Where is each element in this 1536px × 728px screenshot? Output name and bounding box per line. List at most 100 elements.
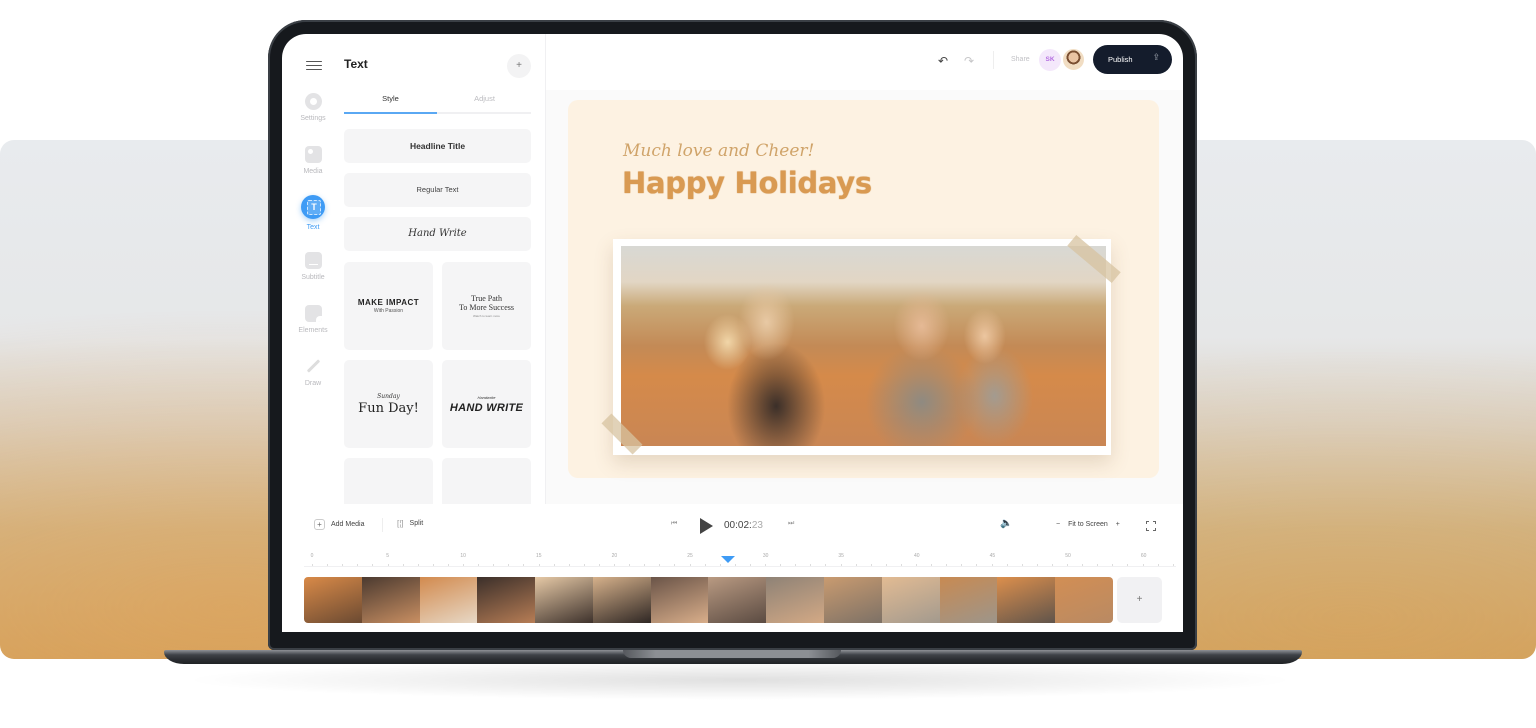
ruler-tick xyxy=(553,564,555,566)
card-headline[interactable]: Happy Holidays xyxy=(622,166,872,200)
template-placeholder[interactable] xyxy=(344,458,433,504)
ruler-tick xyxy=(614,564,615,566)
ruler-tick xyxy=(1051,564,1053,566)
sidebar-item-media[interactable]: Media xyxy=(282,146,344,175)
ruler-tick xyxy=(825,564,827,566)
ruler-tick xyxy=(1006,564,1008,566)
plus-icon: + xyxy=(314,519,325,530)
add-media-button[interactable]: + Add Media xyxy=(314,519,364,530)
tab-style[interactable]: Style xyxy=(344,94,437,103)
publish-label: Publish xyxy=(1108,55,1133,64)
split-button[interactable]: [¦] Split xyxy=(397,519,423,528)
ruler-tick xyxy=(598,564,600,566)
sidebar-item-elements[interactable]: Elements xyxy=(282,305,344,334)
zoom-in-button[interactable]: + xyxy=(1116,521,1120,528)
split-icon: [¦] xyxy=(397,519,404,528)
subtitle-icon xyxy=(304,252,322,269)
ruler-label: 50 xyxy=(1065,553,1071,559)
panel-tabs: Style Adjust xyxy=(344,92,531,114)
template-line: HAND WRITE xyxy=(449,401,524,414)
ruler-tick xyxy=(327,564,329,566)
ruler-label: 60 xyxy=(1140,553,1147,559)
publish-button[interactable]: Publish ⇪ xyxy=(1093,45,1172,74)
volume-icon[interactable]: 🔈 xyxy=(1000,518,1012,529)
sidebar-item-subtitle[interactable]: Subtitle xyxy=(282,252,344,281)
clip-thumbnail xyxy=(766,577,825,623)
pencil-icon xyxy=(305,358,322,375)
sidebar-item-settings[interactable]: Settings xyxy=(282,93,344,122)
sticker-icon xyxy=(304,305,322,322)
tab-adjust[interactable]: Adjust xyxy=(438,94,531,103)
ruler-label: 30 xyxy=(762,553,769,559)
share-button[interactable]: Share xyxy=(1011,56,1030,63)
template-hand-write[interactable]: Handwrite HAND WRITE xyxy=(442,360,531,448)
ruler-tick xyxy=(387,564,389,566)
ruler-tick xyxy=(765,564,766,566)
template-placeholder[interactable] xyxy=(442,458,531,504)
skip-forward-icon[interactable]: ⏭ xyxy=(788,520,794,528)
fit-to-screen-button[interactable]: Fit to Screen xyxy=(1068,521,1108,528)
add-clip-button[interactable]: + xyxy=(1117,577,1162,623)
preset-regular-text[interactable]: Regular Text xyxy=(344,173,531,207)
ruler-tick xyxy=(870,564,872,566)
ruler-tick xyxy=(900,564,902,566)
add-media-label: Add Media xyxy=(331,521,365,528)
ruler-label: 15 xyxy=(536,553,542,559)
ruler-tick xyxy=(659,564,661,566)
ruler-tick xyxy=(508,564,510,566)
ruler-label: 5 xyxy=(386,553,389,559)
sidebar-item-draw[interactable]: Draw xyxy=(282,358,344,387)
clip-track[interactable] xyxy=(304,577,1113,623)
clip-thumbnail xyxy=(1055,577,1113,623)
ruler-tick xyxy=(916,564,917,566)
zoom-controls: − Fit to Screen + xyxy=(1056,521,1120,528)
template-true-path[interactable]: True Path To More Success Watch to learn… xyxy=(442,262,531,350)
skip-back-icon[interactable]: ⏮ xyxy=(671,520,677,528)
playhead[interactable] xyxy=(720,556,735,563)
divider xyxy=(382,518,383,532)
ruler-tick xyxy=(689,564,691,566)
split-label: Split xyxy=(409,520,424,527)
icon-rail: Settings Media Text Subtitle Elements Dr… xyxy=(282,34,344,504)
gear-icon xyxy=(304,93,322,110)
ruler-tick xyxy=(780,564,782,566)
ruler-tick xyxy=(432,564,434,566)
clip-thumbnail xyxy=(361,577,420,623)
text-panel: Text + Style Adjust Headline Title Regul… xyxy=(344,34,546,504)
divider xyxy=(993,51,994,69)
ruler-tick xyxy=(568,564,570,566)
timecode-main: 00:02: xyxy=(724,520,752,531)
card-script-text[interactable]: Much love and Cheer! xyxy=(623,141,814,161)
undo-icon[interactable]: ↶ xyxy=(938,54,948,68)
clip-thumbnail xyxy=(708,577,767,623)
sidebar-item-text[interactable]: Text xyxy=(282,195,344,231)
fullscreen-icon[interactable] xyxy=(1146,521,1156,531)
ruler-tick xyxy=(734,564,736,566)
template-line: To More Success xyxy=(459,303,514,312)
add-text-button[interactable]: + xyxy=(507,54,531,78)
clip-thumbnail xyxy=(592,577,651,623)
clip-thumbnail xyxy=(535,577,593,623)
avatar-sk[interactable]: SK xyxy=(1039,49,1061,71)
family-photo[interactable] xyxy=(621,246,1106,446)
redo-icon[interactable]: ↷ xyxy=(964,54,974,68)
ruler-tick xyxy=(463,564,464,566)
hamburger-menu-icon[interactable] xyxy=(306,58,322,72)
play-icon[interactable] xyxy=(700,518,713,534)
avatar-photo[interactable] xyxy=(1062,48,1085,71)
timeline-ruler[interactable]: 0 5 10 15 20 25 30 35 40 45 50 60 xyxy=(304,553,1176,567)
template-make-impact[interactable]: MAKE IMPACT With Passion xyxy=(344,262,433,350)
template-fun-day[interactable]: Sunday Fun Day! xyxy=(344,360,433,448)
template-line: MAKE IMPACT xyxy=(357,298,420,307)
preset-hand-write[interactable]: Hand Write xyxy=(344,217,531,251)
ruler-label: 35 xyxy=(838,553,844,559)
preset-headline-title[interactable]: Headline Title xyxy=(344,129,531,163)
ruler-tick xyxy=(447,564,449,566)
ruler-tick xyxy=(674,564,676,566)
zoom-out-button[interactable]: − xyxy=(1056,521,1060,528)
ruler-tick xyxy=(749,564,751,566)
clip-thumbnail xyxy=(304,577,362,623)
ruler-tick xyxy=(312,564,313,566)
template-subline: Watch to learn more xyxy=(473,314,500,318)
ruler-tick xyxy=(644,564,646,566)
